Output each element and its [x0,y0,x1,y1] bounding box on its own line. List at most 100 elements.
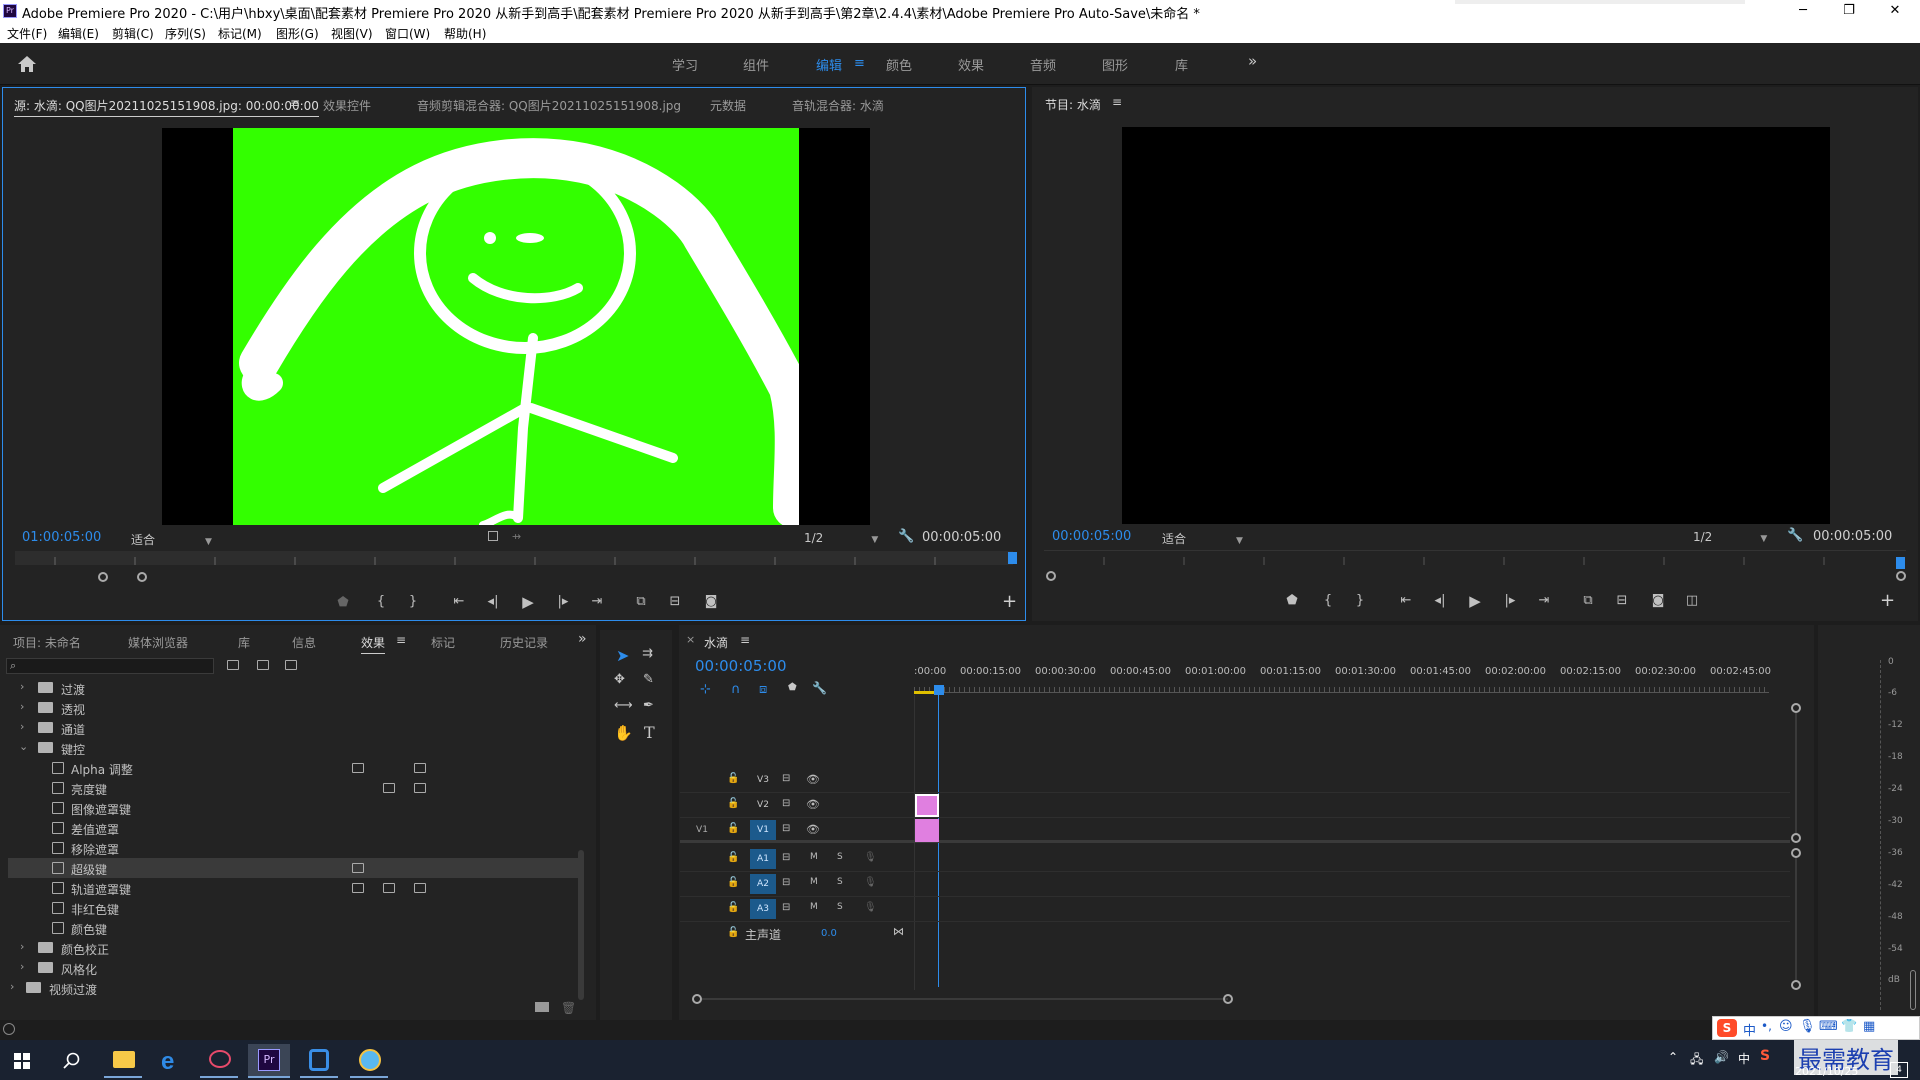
tree-item-video-transitions[interactable]: › 视频过渡 [8,978,578,998]
workspace-tab-graphics[interactable]: 图形 [1102,55,1128,74]
safe-margins-icon[interactable] [488,531,498,541]
go-to-out-icon[interactable]: ⇥ [1534,593,1554,608]
play-icon[interactable]: ▶ [1465,592,1485,610]
source-playhead[interactable] [1008,552,1017,564]
microphone-icon[interactable]: 🎙 [864,902,877,913]
go-to-edit-point-icon[interactable]: ⋈ [893,925,904,938]
type-tool-icon[interactable]: T [644,723,655,742]
taskbar-ie[interactable] [348,1044,390,1078]
horizontal-zoom-handle-right[interactable] [1223,994,1233,1004]
zoom-handle-left[interactable] [98,572,108,582]
tree-item-perspective[interactable]: › 透视 [8,698,578,718]
tab-audio-track-mixer[interactable]: 音轨混合器: 水滴 [792,97,884,114]
workspace-tab-effects[interactable]: 效果 [958,55,984,74]
vertical-zoom-handle-bottom[interactable] [1791,980,1801,990]
menu-edit[interactable]: 编辑(E) [58,25,99,42]
horizontal-scrollbar[interactable] [702,998,1228,1000]
program-zoom-handle-left[interactable] [1046,571,1056,581]
track-label-a3[interactable]: A3 [750,899,776,919]
close-button[interactable]: ✕ [1872,0,1918,23]
new-bin-icon[interactable] [535,1002,549,1012]
add-marker-icon[interactable]: ⬟ [1282,593,1302,608]
source-timecode[interactable]: 01:00:05:00 [22,530,101,545]
tree-item-difference-matte[interactable]: 差值遮罩 [8,818,578,838]
sync-lock-icon[interactable]: ⊟ [782,773,790,784]
insert-icon[interactable]: ⧉ [631,594,651,609]
play-icon[interactable]: ▶ [518,593,538,611]
ime-punctuation-icon[interactable]: •, [1761,1019,1772,1033]
zoom-handle-right[interactable] [137,572,147,582]
timeline-playhead-handle[interactable] [934,685,944,695]
workspace-tab-libraries[interactable]: 库 [1175,55,1188,74]
clip-v1[interactable] [915,819,939,842]
drag-video-icon[interactable]: ⇸ [512,530,521,543]
tab-audio-clip-mixer[interactable]: 音频剪辑混合器: QQ图片20211025151908.jpg [417,97,681,114]
tree-item-color-key[interactable]: 颜色键 [8,918,578,938]
step-forward-icon[interactable]: |▸ [553,594,573,609]
menu-graphics[interactable]: 图形(G) [276,25,319,42]
export-frame-icon[interactable]: ◙ [1648,593,1668,608]
step-forward-icon[interactable]: |▸ [1500,593,1520,608]
menu-view[interactable]: 视图(V) [331,25,373,42]
workspace-tab-assembly[interactable]: 组件 [743,55,769,74]
tab-source[interactable]: 源: 水滴: QQ图片20211025151908.jpg: 00:00:00:… [14,97,319,117]
extract-icon[interactable]: ⊟ [1612,593,1632,608]
vertical-zoom-handle-top[interactable] [1791,703,1801,713]
timeline-ruler[interactable]: :00:00 00:00:15:00 00:00:30:00 00:00:45:… [914,663,1794,695]
tab-program[interactable]: 节目: 水滴 [1045,96,1101,113]
workspace-menu-icon[interactable]: ≡ [854,56,865,71]
tree-item-image-matte-key[interactable]: 图像遮罩键 [8,798,578,818]
tree-item-transition[interactable]: › 过渡 [8,678,578,698]
sync-lock-icon[interactable]: ⊟ [782,798,790,809]
lock-icon[interactable]: 🔓 [727,852,739,863]
track-label-v2[interactable]: V2 [750,795,776,815]
pen-tool-icon[interactable]: ✒ [643,698,654,713]
tree-item-remove-matte[interactable]: 移除遮罩 [8,838,578,858]
nest-toggle-icon[interactable]: ⊹ [700,682,711,697]
work-area-bar[interactable] [914,691,934,694]
program-time-ruler[interactable] [1044,550,1906,565]
timeline-settings-icon[interactable]: 🔧 [812,681,827,695]
menu-clip[interactable]: 剪辑(C) [112,25,154,42]
program-zoom-handle-right[interactable] [1896,571,1906,581]
source-patch-v1[interactable]: V1 [689,820,715,840]
ime-skin-icon[interactable]: 👕 [1841,1019,1857,1034]
microphone-icon[interactable]: 🎙 [864,852,877,863]
vertical-zoom-handle-audio-top[interactable] [1791,848,1801,858]
tree-item-channel[interactable]: › 通道 [8,718,578,738]
comparison-view-icon[interactable]: ◫ [1682,593,1702,608]
ime-emoji-icon[interactable]: ☺ [1779,1019,1793,1034]
razor-tool-icon[interactable]: ✎ [643,672,654,687]
tree-item-luma-key[interactable]: 亮度键 [8,778,578,798]
wrench-icon[interactable]: 🔧 [898,529,914,544]
ime-keyboard-icon[interactable]: ⌨ [1819,1019,1838,1034]
sogou-tray-icon[interactable]: S [1760,1048,1770,1064]
tab-history[interactable]: 历史记录 [500,634,548,651]
home-icon[interactable] [17,55,37,73]
ime-chinese-mode[interactable]: 中 [1743,1020,1756,1039]
mute-button[interactable]: M [810,902,818,912]
workspace-tab-audio[interactable]: 音频 [1030,55,1056,74]
menu-help[interactable]: 帮助(H) [444,25,486,42]
tab-media-browser[interactable]: 媒体浏览器 [128,634,188,651]
program-zoom-select[interactable]: 适合 ▼ [1162,530,1243,547]
clip-v2[interactable] [915,794,939,817]
maximize-button[interactable]: ❐ [1826,0,1872,23]
sync-lock-icon[interactable]: ⊟ [782,852,790,863]
tab-libraries[interactable]: 库 [238,634,250,651]
wrench-icon[interactable]: 🔧 [1787,528,1803,543]
eye-icon[interactable]: 👁 [806,798,820,811]
accelerated-effects-icon[interactable] [227,660,239,670]
timeline-timecode[interactable]: 00:00:05:00 [695,657,787,675]
effects-tab-menu-icon[interactable]: ≡ [396,633,406,647]
snap-icon[interactable]: ∩ [731,682,741,697]
add-marker-icon[interactable]: ⬟ [333,595,353,610]
network-icon[interactable]: 🖧 [1690,1050,1703,1071]
menu-marker[interactable]: 标记(M) [218,25,262,42]
lock-icon[interactable]: 🔓 [727,823,739,834]
volume-icon[interactable]: 🔊 [1714,1050,1729,1064]
tray-chevron-up-icon[interactable]: ⌃ [1668,1050,1678,1064]
timeline-close-button[interactable]: × [686,633,695,646]
tree-item-non-red-key[interactable]: 非红色键 [8,898,578,918]
tree-item-color-correction[interactable]: › 颜色校正 [8,938,578,958]
